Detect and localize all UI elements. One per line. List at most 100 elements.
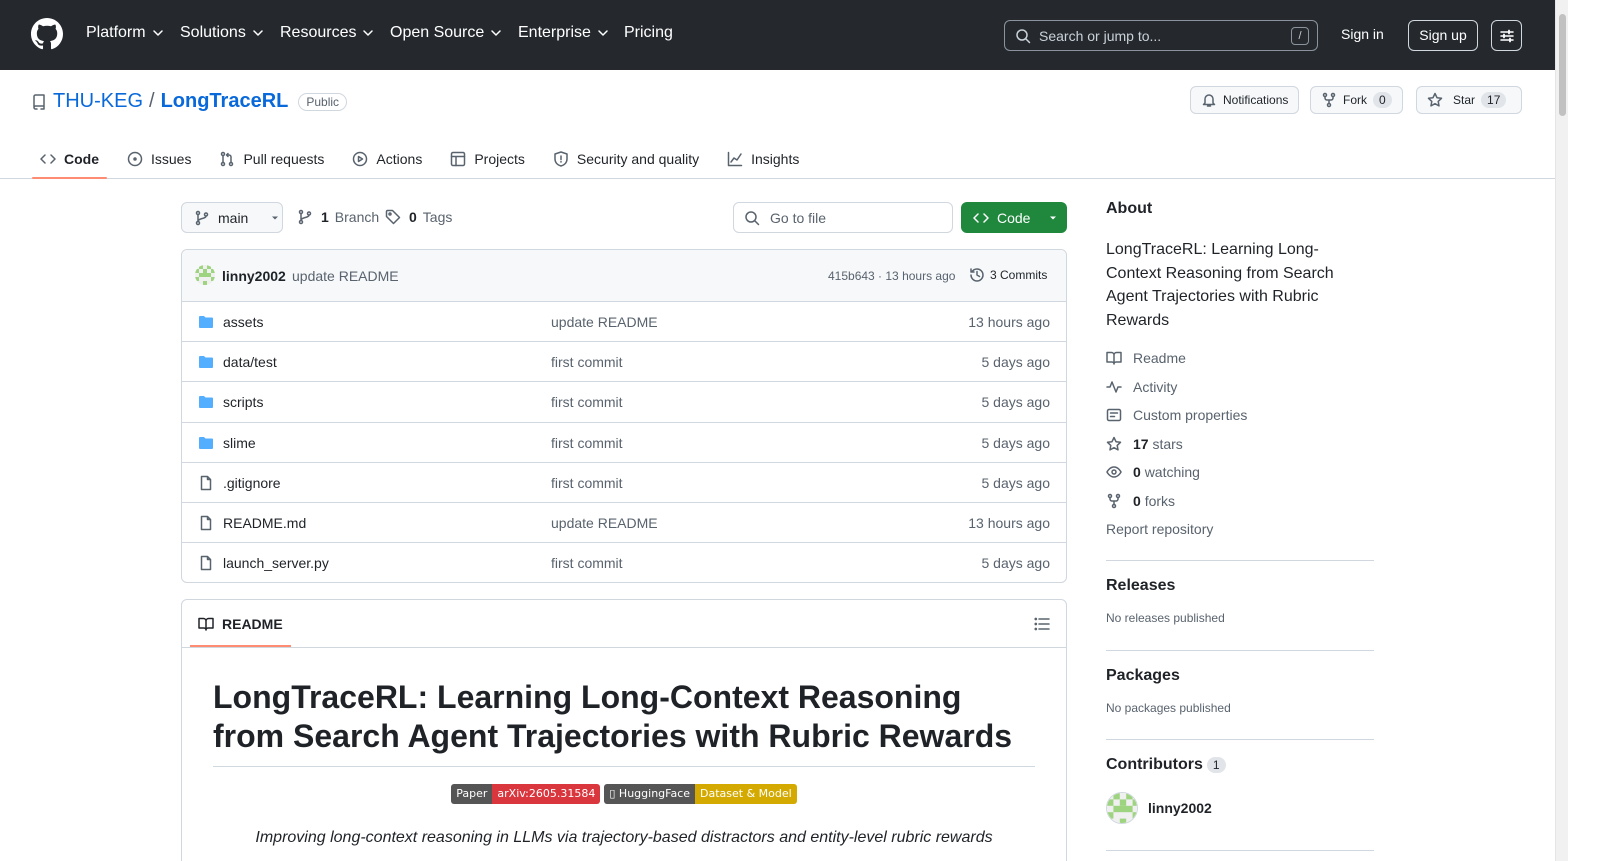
huggingface-badge[interactable]: ▯ HuggingFace Dataset & Model: [604, 784, 797, 804]
file-commit-message-link[interactable]: first commit: [551, 394, 623, 410]
report-repository-link[interactable]: Report repository: [1106, 515, 1374, 544]
tab-label: Actions: [376, 151, 423, 167]
file-commit-age: 5 days ago: [981, 394, 1051, 411]
commit-meta[interactable]: 415b643 · 13 hours ago: [828, 269, 955, 283]
folder-icon-wrap: [198, 354, 214, 370]
file-commit-message-link[interactable]: first commit: [551, 354, 623, 370]
readme-tab[interactable]: README: [190, 600, 291, 647]
tab-label: Issues: [151, 151, 192, 167]
nav-pricing[interactable]: Pricing: [624, 24, 673, 42]
custom-properties-link[interactable]: Custom properties: [1106, 401, 1374, 430]
commit-message-link[interactable]: update README: [292, 268, 399, 284]
avatar: [1106, 791, 1138, 824]
stars-link[interactable]: 17 stars: [1106, 430, 1374, 459]
file-name-link[interactable]: launch_server.py: [223, 555, 329, 571]
file-name-link[interactable]: data/test: [223, 354, 277, 370]
file-commit-message-link[interactable]: update README: [551, 515, 658, 531]
tag-count: 0: [409, 209, 417, 225]
file-name-link[interactable]: slime: [223, 435, 256, 451]
contributor-item[interactable]: linny2002: [1106, 791, 1374, 824]
branch-selector[interactable]: main: [181, 202, 283, 233]
fork-label: Fork: [1343, 93, 1367, 107]
code-dropdown-button[interactable]: Code: [961, 202, 1067, 233]
contributors-heading[interactable]: Contributors 1: [1106, 756, 1374, 774]
search-input[interactable]: Search or jump to... /: [1004, 20, 1318, 51]
activity-link[interactable]: Activity: [1106, 373, 1374, 402]
file-icon: [200, 555, 212, 571]
star-button[interactable]: Star 17: [1416, 86, 1522, 114]
graph-icon: [727, 151, 743, 167]
custom-properties-label: Custom properties: [1133, 407, 1248, 424]
file-name-link[interactable]: assets: [223, 314, 263, 330]
repo-name-link[interactable]: LongTraceRL: [161, 90, 289, 113]
notifications-button[interactable]: Notifications: [1190, 86, 1300, 114]
readme-panel: README LongTraceRL: Learning Long-Contex…: [181, 599, 1067, 861]
commit-author-link[interactable]: linny2002: [222, 268, 286, 284]
eye-icon: [1106, 466, 1122, 478]
file-row[interactable]: scripts first commit 5 days ago: [182, 382, 1066, 423]
issue-icon: [127, 151, 143, 167]
stars-label: stars: [1152, 435, 1183, 452]
file-name-link[interactable]: .gitignore: [223, 475, 281, 491]
file-commit-message-link[interactable]: update README: [551, 314, 658, 330]
fork-button[interactable]: Fork 0: [1310, 86, 1403, 114]
packages-heading[interactable]: Packages: [1106, 667, 1374, 685]
file-row[interactable]: data/test first commit 5 days ago: [182, 342, 1066, 383]
releases-heading[interactable]: Releases: [1106, 577, 1374, 595]
tab-pull-requests[interactable]: Pull requests: [211, 141, 332, 177]
packages-text: No packages published: [1106, 700, 1231, 715]
sign-in-link[interactable]: Sign in: [1341, 26, 1384, 42]
file-commit-message-link[interactable]: first commit: [551, 475, 623, 491]
file-row[interactable]: launch_server.py first commit 5 days ago: [182, 543, 1066, 582]
tab-code[interactable]: Code: [32, 141, 107, 179]
branches-link[interactable]: 1 Branch: [297, 209, 379, 225]
sign-up-button[interactable]: Sign up: [1408, 20, 1478, 51]
repo-owner-link[interactable]: THU-KEG: [53, 90, 143, 113]
folder-icon-wrap: [198, 314, 214, 330]
readme-link[interactable]: Readme: [1106, 344, 1374, 373]
file-row[interactable]: .gitignore first commit 5 days ago: [182, 463, 1066, 503]
file-row[interactable]: README.md update README 13 hours ago: [182, 503, 1066, 544]
commits-link[interactable]: 3 Commits: [969, 267, 1047, 283]
folder-icon: [199, 356, 213, 369]
note-icon: [1106, 409, 1122, 422]
stars-count: 17: [1133, 435, 1149, 452]
nav-resources[interactable]: Resources: [280, 24, 374, 42]
nav-solutions[interactable]: Solutions: [180, 24, 264, 42]
tab-issues[interactable]: Issues: [119, 141, 199, 177]
watching-count: 0: [1133, 464, 1141, 481]
nav-label: Platform: [86, 24, 146, 41]
file-commit-message-link[interactable]: first commit: [551, 435, 623, 451]
page-scrollbar[interactable]: [1555, 0, 1568, 861]
file-name-link[interactable]: scripts: [223, 394, 263, 410]
file-commit-message-link[interactable]: first commit: [551, 555, 623, 571]
readme-tab-label: README: [222, 615, 283, 632]
forks-link[interactable]: 0 forks: [1106, 487, 1374, 516]
nav-open-source[interactable]: Open Source: [390, 24, 502, 42]
file-name-link[interactable]: README.md: [223, 515, 306, 531]
menu-button[interactable]: [1491, 20, 1522, 51]
github-logo-icon[interactable]: [31, 18, 63, 50]
nav-label: Enterprise: [518, 24, 591, 41]
file-commit-age: 5 days ago: [981, 354, 1051, 371]
tab-insights[interactable]: Insights: [719, 141, 807, 177]
file-row[interactable]: slime first commit 5 days ago: [182, 423, 1066, 463]
list-outline-icon[interactable]: [1034, 616, 1050, 632]
scrollbar-thumb[interactable]: [1559, 14, 1566, 116]
paper-badge[interactable]: Paper arXiv:2605.31584: [451, 784, 601, 804]
book-icon: [1106, 352, 1122, 365]
tab-security[interactable]: Security and quality: [545, 141, 707, 177]
file-row[interactable]: assets update README 13 hours ago: [182, 302, 1066, 343]
chevron-down-icon: [491, 30, 502, 36]
file-icon: [200, 475, 212, 490]
watchers-link[interactable]: 0 watching: [1106, 458, 1374, 487]
repo-description: LongTraceRL: Learning Long-Context Reaso…: [1106, 241, 1334, 329]
contributor-name: linny2002: [1148, 799, 1212, 816]
nav-platform[interactable]: Platform: [86, 24, 164, 42]
tab-projects[interactable]: Projects: [442, 141, 533, 177]
avatar[interactable]: [195, 265, 215, 285]
tab-actions[interactable]: Actions: [344, 141, 430, 177]
nav-enterprise[interactable]: Enterprise: [518, 24, 609, 42]
go-to-file-input[interactable]: Go to file: [733, 202, 953, 233]
tags-link[interactable]: 0 Tags: [385, 209, 452, 225]
